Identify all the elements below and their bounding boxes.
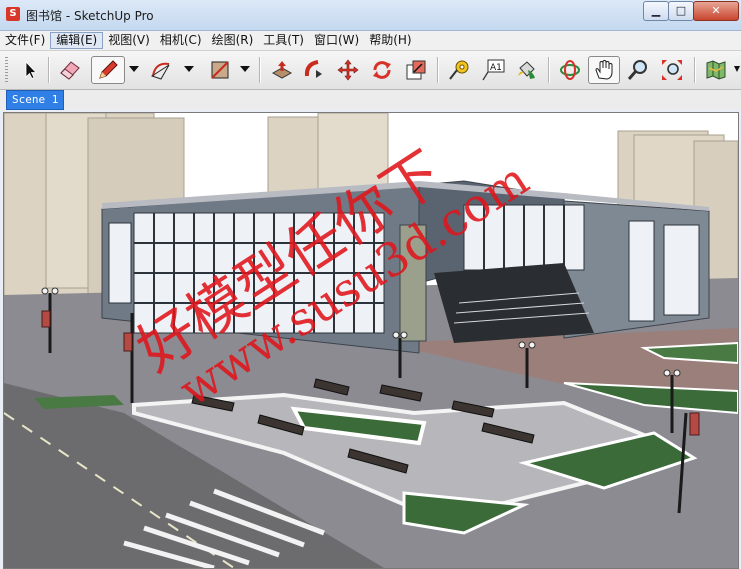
pan-tool-icon[interactable] — [588, 56, 620, 84]
menu-edit[interactable]: 编辑(E) — [50, 32, 104, 49]
eraser-tool-icon[interactable] — [56, 56, 84, 84]
window-title: 图书馆 - SketchUp Pro — [26, 9, 154, 23]
menu-view[interactable]: 视图(V) — [103, 32, 155, 49]
toolbar-separator — [48, 57, 50, 83]
menu-camera[interactable]: 相机(C) — [155, 32, 207, 49]
tape-measure-tool-icon[interactable] — [445, 56, 473, 84]
menu-bar: 文件(F) 编辑(E) 视图(V) 相机(C) 绘图(R) 工具(T) 窗口(W… — [0, 31, 741, 51]
model-viewport[interactable]: 好模型任你下 www.susu3d.com — [3, 112, 739, 569]
rectangle-tool-icon[interactable] — [206, 56, 234, 84]
push-pull-tool-icon[interactable] — [268, 56, 296, 84]
zoom-tool-icon[interactable] — [624, 56, 652, 84]
toolbar-overflow-arrow[interactable] — [734, 66, 740, 72]
text-tool-label: A1 — [490, 63, 502, 73]
title-bar: S 图书馆 - SketchUp Pro ▁ □ ✕ — [0, 0, 741, 31]
maximize-button[interactable]: □ — [668, 1, 694, 21]
line-tool-dropdown[interactable] — [129, 66, 139, 72]
menu-tools[interactable]: 工具(T) — [258, 32, 309, 49]
shape-tool-dropdown[interactable] — [240, 66, 250, 72]
scene-tabs-bar: Scene 1 — [0, 90, 741, 110]
map-tool-icon[interactable] — [702, 56, 730, 84]
sketchup-app-icon: S — [6, 7, 20, 21]
minimize-button[interactable]: ▁ — [643, 1, 669, 21]
toolbar-grip[interactable] — [5, 57, 8, 83]
menu-file[interactable]: 文件(F) — [0, 32, 50, 49]
select-tool-icon[interactable] — [16, 56, 44, 84]
paint-bucket-tool-icon[interactable] — [513, 56, 541, 84]
menu-help[interactable]: 帮助(H) — [364, 32, 416, 49]
close-button[interactable]: ✕ — [693, 1, 739, 21]
toolbar-separator — [694, 57, 696, 83]
menu-draw[interactable]: 绘图(R) — [207, 32, 259, 49]
move-tool-icon[interactable] — [334, 56, 362, 84]
menu-window[interactable]: 窗口(W) — [309, 32, 364, 49]
arc-tool-dropdown[interactable] — [184, 66, 194, 72]
follow-me-tool-icon[interactable] — [300, 56, 328, 84]
toolbar-separator — [259, 57, 261, 83]
arc-tool-icon[interactable] — [148, 56, 176, 84]
text-tool-icon[interactable]: A1 — [479, 56, 507, 84]
rotate-tool-icon[interactable] — [368, 56, 396, 84]
tab-scene-1[interactable]: Scene 1 — [6, 90, 65, 110]
zoom-extents-tool-icon[interactable] — [658, 56, 686, 84]
orbit-tool-icon[interactable] — [556, 56, 584, 84]
toolbar-separator — [548, 57, 550, 83]
pencil-line-tool-icon[interactable] — [91, 56, 125, 84]
toolbar-separator — [437, 57, 439, 83]
scale-tool-icon[interactable] — [402, 56, 430, 84]
main-toolbar: A1 — [0, 51, 741, 90]
